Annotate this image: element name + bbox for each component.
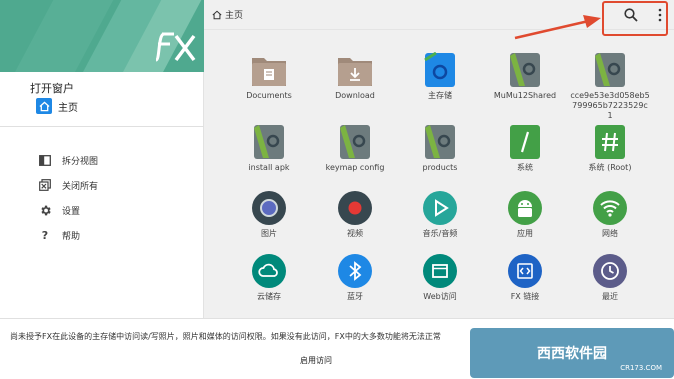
bluetooth-icon bbox=[338, 254, 372, 288]
web-access-icon bbox=[423, 254, 457, 288]
gear-icon bbox=[38, 203, 52, 217]
root-hash-icon bbox=[595, 125, 625, 159]
android-icon bbox=[508, 191, 542, 225]
tile-label: 视频 bbox=[347, 229, 363, 238]
watermark-subtext: CR173.COM bbox=[620, 364, 662, 372]
help-label: 帮助 bbox=[62, 231, 81, 242]
home-outline-icon bbox=[212, 10, 222, 19]
close-all-icon bbox=[38, 178, 52, 192]
tile-label: 网络 bbox=[602, 229, 618, 238]
tile-label: 云储存 bbox=[257, 292, 281, 301]
folder-icon bbox=[425, 125, 455, 159]
breadcrumb[interactable]: 主页 bbox=[212, 8, 243, 21]
help-button[interactable]: ? 帮助 bbox=[38, 227, 80, 243]
folder-icon bbox=[595, 53, 625, 87]
breadcrumb-home: 主页 bbox=[225, 11, 244, 21]
annotation-arrow-icon bbox=[514, 15, 601, 40]
sidebar: 打开窗户 主页 拆分视图 关闭所有 设置 ? 帮助 bbox=[0, 0, 204, 318]
enable-access-button[interactable]: 启用访问 bbox=[300, 355, 332, 366]
folder-icon bbox=[340, 125, 370, 159]
tile-label: 应用 bbox=[517, 229, 533, 238]
folder-icon bbox=[510, 53, 540, 87]
tile-label: 系统 bbox=[517, 163, 533, 172]
tile-label: MuMu12Shared bbox=[493, 91, 557, 100]
home-icon bbox=[36, 98, 52, 114]
sidebar-divider bbox=[0, 126, 204, 127]
cloud-icon bbox=[252, 254, 286, 288]
settings-label: 设置 bbox=[62, 206, 81, 217]
tile-label: 系统 (Root) bbox=[588, 163, 632, 172]
recent-clock-icon bbox=[593, 254, 627, 288]
sidebar-item-home[interactable]: 主页 bbox=[36, 97, 78, 115]
main-content: 主页 Documents Download 主存储 MuMu12Shared c… bbox=[204, 0, 674, 318]
music-icon bbox=[423, 191, 457, 225]
wifi-icon bbox=[593, 191, 627, 225]
sidebar-item-label: 主页 bbox=[58, 102, 78, 114]
documents-folder-icon bbox=[252, 58, 286, 86]
fx-banner bbox=[0, 0, 204, 72]
help-icon: ? bbox=[41, 228, 49, 242]
notice-text: 尚未授予FX在此设备的主存储中访问读/写照片，照片和媒体的访问权限。如果没有此访… bbox=[10, 332, 441, 341]
download-folder-icon bbox=[338, 58, 372, 86]
tile-label: FX 链接 bbox=[510, 292, 540, 301]
folder-icon bbox=[254, 125, 284, 159]
tile-label: Documents bbox=[246, 91, 292, 100]
watermark-logo: 西西软件园 CR173.COM bbox=[470, 328, 674, 378]
tile-label: 主存储 bbox=[428, 91, 452, 100]
close-all-button[interactable]: 关闭所有 bbox=[38, 177, 98, 193]
tile-label: cce9e53e3d058eb5799965b7223529c1 bbox=[570, 91, 650, 120]
fx-logo-icon bbox=[154, 32, 196, 62]
tile-label: install apk bbox=[248, 163, 290, 172]
tile-label: 蓝牙 bbox=[347, 292, 363, 301]
open-windows-title: 打开窗户 bbox=[30, 82, 74, 95]
fx-link-icon bbox=[508, 254, 542, 288]
tile-label: Download bbox=[335, 91, 375, 100]
video-icon bbox=[338, 191, 372, 225]
split-view-label: 拆分视图 bbox=[62, 156, 99, 167]
tile-label: 最近 bbox=[602, 292, 618, 301]
watermark-text: 西西软件园 bbox=[537, 346, 607, 362]
split-view-button[interactable]: 拆分视图 bbox=[38, 152, 98, 168]
pictures-icon bbox=[252, 191, 286, 225]
close-all-label: 关闭所有 bbox=[62, 181, 99, 192]
settings-button[interactable]: 设置 bbox=[38, 202, 80, 218]
highlight-box bbox=[602, 1, 668, 36]
tile-label: products bbox=[422, 163, 458, 172]
main-storage-icon bbox=[424, 52, 455, 87]
system-root-icon bbox=[510, 125, 540, 159]
tile-label: 音乐/音频 bbox=[422, 229, 458, 238]
tile-label: Web访问 bbox=[423, 292, 457, 301]
tile-label: 图片 bbox=[261, 229, 277, 238]
split-view-icon bbox=[38, 153, 52, 167]
tile-label: keymap config bbox=[325, 163, 385, 172]
